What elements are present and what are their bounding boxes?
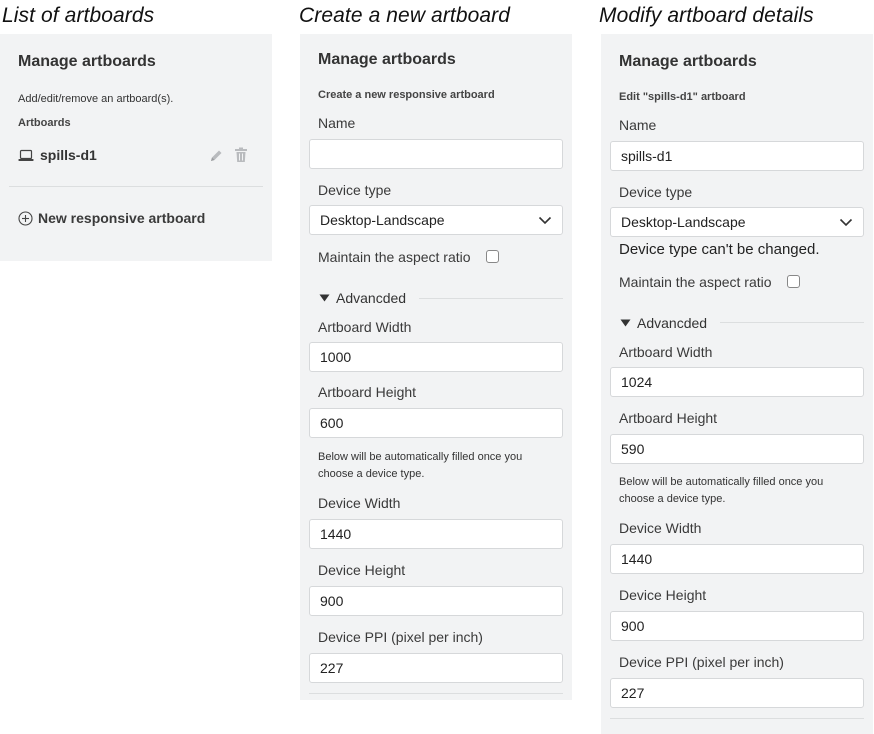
- device-width-input[interactable]: [610, 544, 864, 574]
- device-type-note: Device type can't be changed.: [619, 241, 820, 258]
- device-width-label: Device Width: [318, 495, 401, 511]
- advanced-label: Advancded: [336, 290, 407, 306]
- device-height-input[interactable]: [610, 611, 864, 641]
- list-panel: Manage artboards Add/edit/remove an artb…: [0, 34, 272, 261]
- device-type-select[interactable]: Desktop-Landscape: [309, 205, 563, 235]
- advanced-divider: [720, 322, 864, 323]
- panel-subtitle: Create a new responsive artboard: [318, 89, 495, 101]
- divider: [9, 186, 263, 187]
- device-ppi-input[interactable]: [610, 678, 864, 708]
- artboard-width-label: Artboard Width: [318, 319, 412, 335]
- device-type-select[interactable]: Desktop-Landscape: [610, 207, 864, 237]
- name-input[interactable]: [309, 139, 563, 169]
- panel-description: Add/edit/remove an artboard(s).: [18, 93, 174, 105]
- autofill-note: Below will be automatically filled once …: [318, 451, 523, 480]
- triangle-down-icon: [319, 294, 330, 302]
- artboard-width-input[interactable]: [309, 342, 563, 372]
- chevron-down-icon: [538, 216, 552, 225]
- artboard-list-item[interactable]: spills-d1: [18, 146, 254, 168]
- name-label: Name: [619, 117, 657, 133]
- artboard-name: spills-d1: [40, 147, 97, 163]
- caption-modify: Modify artboard details: [599, 4, 814, 27]
- panel-title: Manage artboards: [18, 53, 156, 70]
- artboards-section-label: Artboards: [18, 117, 71, 129]
- panel-title: Manage artboards: [318, 51, 456, 68]
- aspect-ratio-checkbox[interactable]: [486, 250, 499, 263]
- chevron-down-icon: [839, 218, 853, 227]
- device-type-value: Desktop-Landscape: [621, 214, 746, 230]
- advanced-toggle[interactable]: Advancded: [620, 315, 707, 331]
- artboard-height-label: Artboard Height: [318, 384, 417, 400]
- new-artboard-label: New responsive artboard: [38, 210, 206, 226]
- aspect-ratio-label: Maintain the aspect ratio: [318, 249, 471, 265]
- bottom-divider: [309, 693, 563, 694]
- create-panel: Manage artboards Create a new responsive…: [300, 34, 572, 700]
- device-type-label: Device type: [318, 182, 392, 198]
- artboard-width-input[interactable]: [610, 367, 864, 397]
- bottom-divider: [610, 718, 864, 719]
- panel-title: Manage artboards: [619, 53, 757, 70]
- device-height-label: Device Height: [318, 562, 406, 578]
- modify-panel: Manage artboards Edit "spills-d1" artboa…: [601, 34, 873, 734]
- new-artboard-button[interactable]: New responsive artboard: [18, 208, 205, 228]
- artboard-height-input[interactable]: [610, 434, 864, 464]
- device-ppi-input[interactable]: [309, 653, 563, 683]
- aspect-ratio-label: Maintain the aspect ratio: [619, 274, 772, 290]
- artboard-height-input[interactable]: [309, 408, 563, 438]
- panel-subtitle: Edit "spills-d1" artboard: [619, 91, 746, 103]
- triangle-down-icon: [620, 319, 631, 327]
- caption-create: Create a new artboard: [299, 4, 511, 27]
- device-ppi-label: Device PPI (pixel per inch): [318, 629, 483, 645]
- aspect-ratio-checkbox[interactable]: [787, 275, 800, 288]
- advanced-label: Advancded: [637, 315, 708, 331]
- advanced-toggle[interactable]: Advancded: [319, 290, 406, 306]
- name-label: Name: [318, 115, 356, 131]
- artboard-width-label: Artboard Width: [619, 344, 713, 360]
- device-height-label: Device Height: [619, 587, 707, 603]
- trash-icon[interactable]: [234, 147, 248, 163]
- name-input[interactable]: [610, 141, 864, 171]
- plus-circle-icon: [18, 210, 33, 226]
- device-type-label: Device type: [619, 184, 693, 200]
- artboard-height-label: Artboard Height: [619, 410, 718, 426]
- device-height-input[interactable]: [309, 586, 563, 616]
- advanced-divider: [419, 298, 563, 299]
- autofill-note: Below will be automatically filled once …: [619, 476, 824, 505]
- device-width-input[interactable]: [309, 519, 563, 549]
- laptop-icon: [18, 149, 34, 162]
- device-type-value: Desktop-Landscape: [320, 212, 445, 228]
- device-width-label: Device Width: [619, 520, 702, 536]
- caption-list: List of artboards: [2, 4, 155, 27]
- pencil-icon[interactable]: [209, 148, 224, 163]
- device-ppi-label: Device PPI (pixel per inch): [619, 654, 784, 670]
